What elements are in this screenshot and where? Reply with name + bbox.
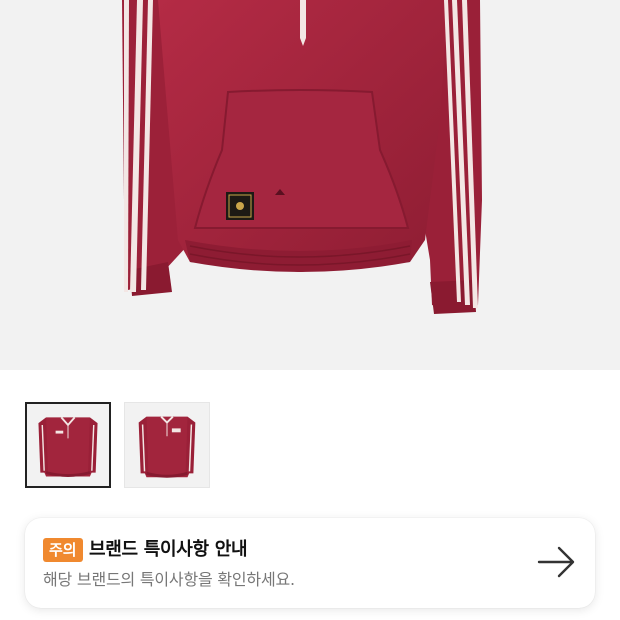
thumbnail-1[interactable] [25, 402, 111, 488]
jacket-image [122, 0, 482, 314]
jacket-thumbnail-image [138, 415, 196, 478]
thumbnail-2[interactable] [124, 402, 210, 488]
jacket-thumbnail-image [38, 416, 98, 477]
product-main-image [0, 0, 620, 370]
caution-badge: 주의 [43, 538, 83, 562]
notice-description: 해당 브랜드의 특이사항을 확인하세요. [43, 570, 295, 589]
notice-title: 브랜드 특이사항 안내 [89, 539, 248, 560]
arrow-right-icon[interactable] [535, 544, 579, 580]
brand-notice-card[interactable]: 주의 브랜드 특이사항 안내 해당 브랜드의 특이사항을 확인하세요. [25, 518, 595, 608]
